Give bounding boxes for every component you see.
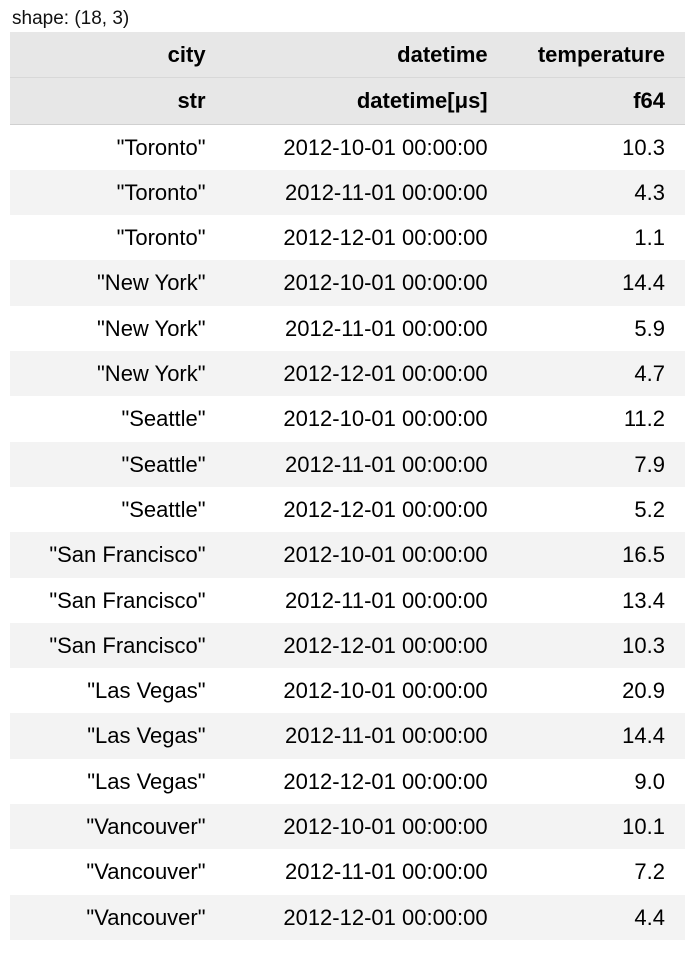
- cell-city: "Toronto": [10, 124, 222, 170]
- cell-datetime: 2012-11-01 00:00:00: [222, 170, 504, 215]
- table-row: "San Francisco"2012-10-01 00:00:0016.5: [10, 532, 685, 577]
- cell-datetime: 2012-12-01 00:00:00: [222, 215, 504, 260]
- cell-temperature: 20.9: [504, 668, 685, 713]
- table-row: "Las Vegas"2012-12-01 00:00:009.0: [10, 759, 685, 804]
- cell-datetime: 2012-11-01 00:00:00: [222, 306, 504, 351]
- table-row: "New York"2012-10-01 00:00:0014.4: [10, 260, 685, 305]
- table-row: "Toronto"2012-11-01 00:00:004.3: [10, 170, 685, 215]
- cell-temperature: 4.7: [504, 351, 685, 396]
- shape-label: shape: (18, 3): [10, 8, 685, 32]
- cell-temperature: 16.5: [504, 532, 685, 577]
- cell-datetime: 2012-11-01 00:00:00: [222, 713, 504, 758]
- table-row: "New York"2012-12-01 00:00:004.7: [10, 351, 685, 396]
- cell-temperature: 4.4: [504, 895, 685, 940]
- table-row: "Las Vegas"2012-10-01 00:00:0020.9: [10, 668, 685, 713]
- cell-temperature: 1.1: [504, 215, 685, 260]
- cell-temperature: 5.2: [504, 487, 685, 532]
- cell-city: "Toronto": [10, 215, 222, 260]
- cell-temperature: 10.3: [504, 124, 685, 170]
- table-row: "Vancouver"2012-11-01 00:00:007.2: [10, 849, 685, 894]
- table-row: "Seattle"2012-11-01 00:00:007.9: [10, 442, 685, 487]
- col-dtype-datetime: datetime[μs]: [222, 78, 504, 124]
- cell-datetime: 2012-10-01 00:00:00: [222, 532, 504, 577]
- table-row: "Vancouver"2012-10-01 00:00:0010.1: [10, 804, 685, 849]
- cell-city: "San Francisco": [10, 578, 222, 623]
- cell-datetime: 2012-11-01 00:00:00: [222, 849, 504, 894]
- cell-temperature: 7.2: [504, 849, 685, 894]
- cell-city: "Las Vegas": [10, 668, 222, 713]
- cell-datetime: 2012-12-01 00:00:00: [222, 487, 504, 532]
- table-row: "Seattle"2012-10-01 00:00:0011.2: [10, 396, 685, 441]
- cell-temperature: 10.3: [504, 623, 685, 668]
- cell-datetime: 2012-10-01 00:00:00: [222, 804, 504, 849]
- cell-city: "San Francisco": [10, 532, 222, 577]
- cell-datetime: 2012-12-01 00:00:00: [222, 895, 504, 940]
- cell-datetime: 2012-12-01 00:00:00: [222, 351, 504, 396]
- table-row: "San Francisco"2012-11-01 00:00:0013.4: [10, 578, 685, 623]
- cell-city: "New York": [10, 306, 222, 351]
- cell-temperature: 14.4: [504, 260, 685, 305]
- cell-datetime: 2012-10-01 00:00:00: [222, 396, 504, 441]
- col-header-datetime: datetime: [222, 32, 504, 78]
- cell-city: "Las Vegas": [10, 713, 222, 758]
- cell-city: "Seattle": [10, 396, 222, 441]
- cell-temperature: 10.1: [504, 804, 685, 849]
- table-row: "Seattle"2012-12-01 00:00:005.2: [10, 487, 685, 532]
- cell-temperature: 14.4: [504, 713, 685, 758]
- cell-city: "Vancouver": [10, 804, 222, 849]
- table-row: "New York"2012-11-01 00:00:005.9: [10, 306, 685, 351]
- table-row: "Toronto"2012-10-01 00:00:0010.3: [10, 124, 685, 170]
- col-dtype-temperature: f64: [504, 78, 685, 124]
- table-body: "Toronto"2012-10-01 00:00:0010.3"Toronto…: [10, 124, 685, 940]
- cell-datetime: 2012-10-01 00:00:00: [222, 668, 504, 713]
- cell-temperature: 13.4: [504, 578, 685, 623]
- table-row: "Vancouver"2012-12-01 00:00:004.4: [10, 895, 685, 940]
- col-dtype-city: str: [10, 78, 222, 124]
- cell-city: "Vancouver": [10, 849, 222, 894]
- cell-temperature: 7.9: [504, 442, 685, 487]
- cell-city: "Toronto": [10, 170, 222, 215]
- data-table: city datetime temperature str datetime[μ…: [10, 32, 685, 940]
- col-header-city: city: [10, 32, 222, 78]
- col-header-temperature: temperature: [504, 32, 685, 78]
- cell-city: "Las Vegas": [10, 759, 222, 804]
- cell-datetime: 2012-11-01 00:00:00: [222, 442, 504, 487]
- cell-temperature: 11.2: [504, 396, 685, 441]
- cell-temperature: 4.3: [504, 170, 685, 215]
- cell-city: "Vancouver": [10, 895, 222, 940]
- cell-city: "New York": [10, 351, 222, 396]
- table-row: "Toronto"2012-12-01 00:00:001.1: [10, 215, 685, 260]
- cell-temperature: 5.9: [504, 306, 685, 351]
- cell-temperature: 9.0: [504, 759, 685, 804]
- table-row: "Las Vegas"2012-11-01 00:00:0014.4: [10, 713, 685, 758]
- table-row: "San Francisco"2012-12-01 00:00:0010.3: [10, 623, 685, 668]
- cell-datetime: 2012-12-01 00:00:00: [222, 623, 504, 668]
- column-dtypes-row: str datetime[μs] f64: [10, 78, 685, 124]
- cell-city: "Seattle": [10, 442, 222, 487]
- cell-city: "Seattle": [10, 487, 222, 532]
- column-names-row: city datetime temperature: [10, 32, 685, 78]
- dataframe-output: shape: (18, 3) city datetime temperature…: [0, 0, 695, 956]
- cell-datetime: 2012-12-01 00:00:00: [222, 759, 504, 804]
- cell-city: "New York": [10, 260, 222, 305]
- cell-datetime: 2012-11-01 00:00:00: [222, 578, 504, 623]
- cell-city: "San Francisco": [10, 623, 222, 668]
- cell-datetime: 2012-10-01 00:00:00: [222, 260, 504, 305]
- cell-datetime: 2012-10-01 00:00:00: [222, 124, 504, 170]
